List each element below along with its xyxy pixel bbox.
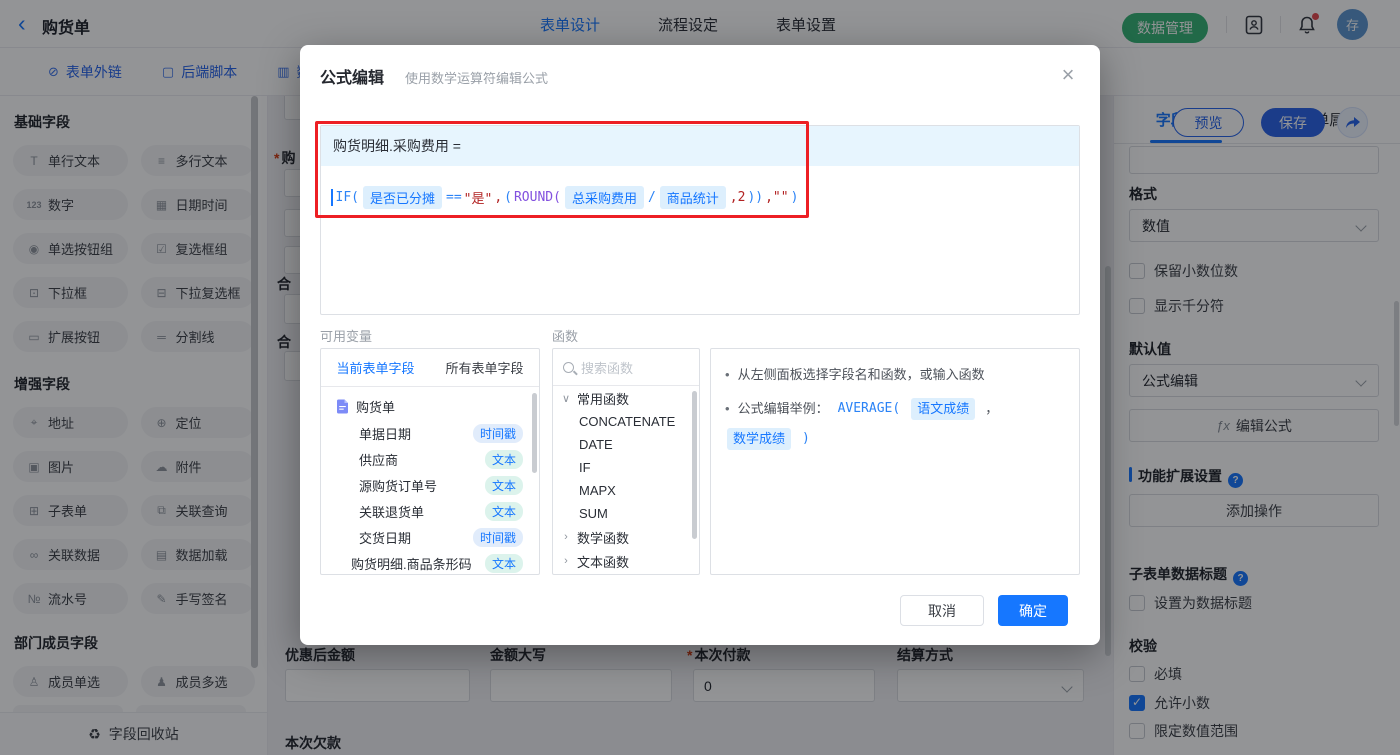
variables-label: 可用变量 [320,329,373,344]
formula-token: "是" [463,192,493,207]
functions-scrollbar[interactable] [692,391,697,539]
tab-all-form-fields[interactable]: 所有表单字段 [430,349,539,386]
variables-scrollbar[interactable] [532,393,537,473]
function-item[interactable]: IF [553,456,699,479]
chevron-collapsed-icon: › [564,555,568,567]
function-search[interactable]: 搜索函数 [553,349,699,386]
formula-token: ,2 [729,190,746,205]
tips-panel: • 从左侧面板选择字段名和函数，或输入函数 • 公式编辑举例： AVERAGE(语文… [710,348,1080,575]
formula-token: ) [790,190,799,205]
type-badge: 文本 [484,501,523,521]
variable-row[interactable]: 购货明细.商品条形码 文本 [321,550,539,574]
formula-editor[interactable]: 购货明细.采购费用 = IF( 是否已分摊 == "是" , ( ROUND( … [320,125,1080,315]
confirm-button[interactable]: 确定 [998,595,1068,626]
formula-variable-chip[interactable]: 总采购费用 [564,186,644,209]
formula-variable-chip[interactable]: 是否已分摊 [362,186,442,209]
form-icon [337,399,348,414]
text-cursor [331,189,333,206]
variables-panel: 当前表单字段 所有表单字段 购货单 单据日期 时间戳 供应商 文本 源购货订单号 文本… [320,348,540,575]
group-common-functions[interactable]: ∨ 常用函数 [553,386,699,410]
function-item[interactable]: CONCATENATE [553,410,699,433]
formula-input-area[interactable]: IF( 是否已分摊 == "是" , ( ROUND( 总采购费用 / 商品统计… [321,166,1079,229]
bullet-icon: • [725,367,730,382]
chevron-collapsed-icon: › [564,531,568,543]
type-badge: 文本 [484,449,523,469]
formula-token: == [446,190,462,205]
example-variable-chip: 语文成绩 [911,398,976,420]
search-placeholder: 搜索函数 [581,360,634,376]
formula-target: 购货明细.采购费用 = [321,126,1079,166]
formula-token: )) [747,190,764,205]
app: ‹ 购货单 表单设计 流程设定 表单设置 数据管理 存 ⊘ 表单外链 ▢ 后端脚本 … [0,0,1400,755]
variables-tabs: 当前表单字段 所有表单字段 [321,349,539,387]
example-variable-chip: 数学成绩 [727,428,792,450]
variable-row[interactable]: 供应商 文本 [321,446,539,472]
tip-line: • 从左侧面板选择字段名和函数，或输入函数 [725,365,1065,385]
bullet-icon: • [725,401,730,416]
formula-token: IF( [335,190,359,205]
close-icon[interactable]: × [1052,59,1084,91]
variable-row[interactable]: 交货日期 时间戳 [321,524,539,550]
function-item[interactable]: DATE [553,433,699,456]
formula-variable-chip[interactable]: 商品统计 [659,186,726,209]
formula-edit-dialog: 公式编辑 使用数学运算符编辑公式 × 购货明细.采购费用 = IF( 是否已分摊… [300,45,1100,645]
formula-token: , [494,190,503,205]
variable-row[interactable]: 源购货订单号 文本 [321,472,539,498]
variable-row[interactable]: 单据日期 时间戳 [321,420,539,446]
dialog-title: 公式编辑 [320,70,385,87]
formula-token: ROUND( [513,190,561,205]
dialog-subtitle: 使用数学运算符编辑公式 [405,71,549,86]
group-text-functions[interactable]: › 文本函数 [553,549,699,573]
function-item[interactable]: MAPX [553,479,699,502]
formula-token: / [647,190,656,205]
functions-label: 函数 [552,329,579,344]
formula-token: ( [504,190,512,205]
search-icon [563,361,574,373]
chevron-expanded-icon: ∨ [561,392,571,405]
type-badge: 文本 [484,553,523,573]
tab-current-form-fields[interactable]: 当前表单字段 [321,349,430,386]
form-tree-root[interactable]: 购货单 [321,387,539,420]
functions-panel: 搜索函数 ∨ 常用函数 CONCATENATE DATE IF MAPX SUM … [552,348,700,575]
formula-token: ,"" [765,190,789,205]
cancel-button[interactable]: 取消 [900,595,984,626]
type-badge: 时间戳 [472,423,523,443]
variable-row[interactable]: 关联退货单 文本 [321,498,539,524]
type-badge: 文本 [484,475,523,495]
tip-example-line: • 公式编辑举例： AVERAGE(语文成绩，数学成绩) [725,398,1065,450]
function-item[interactable]: SUM [553,502,699,525]
type-badge: 时间戳 [472,527,523,547]
group-math-functions[interactable]: › 数学函数 [553,525,699,549]
